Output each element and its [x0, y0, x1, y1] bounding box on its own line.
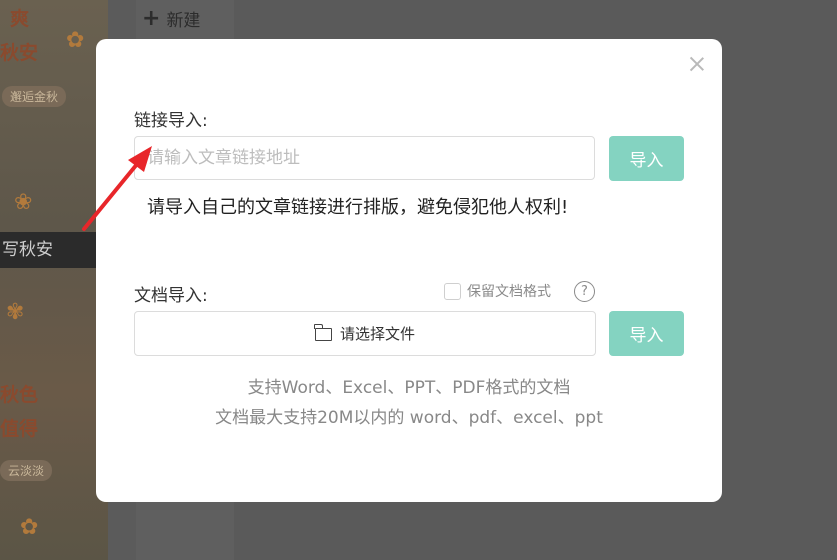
preview-text: 秋安: [0, 42, 39, 64]
preview-text: 秋色: [0, 384, 39, 406]
keep-format-label: 保留文档格式: [467, 284, 551, 300]
max-size-text: 文档最大支持20M以内的 word、pdf、excel、ppt: [215, 408, 603, 428]
new-button-label: 新建: [166, 11, 201, 31]
copyright-warning: 请导入自己的文章链接进行排版，避免侵犯他人权利!: [147, 197, 569, 218]
article-link-input[interactable]: [134, 136, 595, 180]
import-dialog: 链接导入: 导入 请导入自己的文章链接进行排版，避免侵犯他人权利! 文档导入: …: [96, 39, 722, 502]
new-button[interactable]: + 新建: [142, 6, 200, 31]
preview-text: 值得: [0, 418, 39, 440]
flower-decoration-icon: ✾: [6, 300, 25, 325]
flower-decoration-icon: ✿: [20, 515, 39, 540]
help-icon[interactable]: ?: [574, 281, 595, 302]
flower-decoration-icon: ✿: [66, 28, 85, 53]
choose-file-label: 请选择文件: [339, 325, 415, 343]
document-import-button[interactable]: 导入: [609, 311, 684, 356]
preview-tag: 邂逅金秋: [2, 86, 67, 107]
folder-icon: [314, 324, 332, 341]
keep-format-checkbox[interactable]: [444, 282, 461, 300]
plus-icon: +: [142, 6, 161, 31]
preview-tag: 云淡淡: [0, 460, 53, 481]
template-preview-panel: 爽 秋安 ✿ 邂逅金秋 ❀ 写秋安 ✾ 秋色 值得 云淡淡 ✿: [0, 0, 108, 560]
flower-decoration-icon: ❀: [14, 190, 33, 215]
keep-format-option[interactable]: 保留文档格式: [444, 281, 551, 301]
close-icon[interactable]: [686, 53, 708, 75]
document-import-label: 文档导入:: [134, 286, 208, 306]
link-import-label: 链接导入:: [134, 111, 208, 131]
preview-text: 爽: [10, 8, 30, 30]
choose-file-button[interactable]: 请选择文件: [134, 311, 596, 356]
link-import-button[interactable]: 导入: [609, 136, 684, 181]
preview-banner: 写秋安: [0, 232, 99, 268]
supported-formats-text: 支持Word、Excel、PPT、PDF格式的文档: [247, 378, 571, 398]
